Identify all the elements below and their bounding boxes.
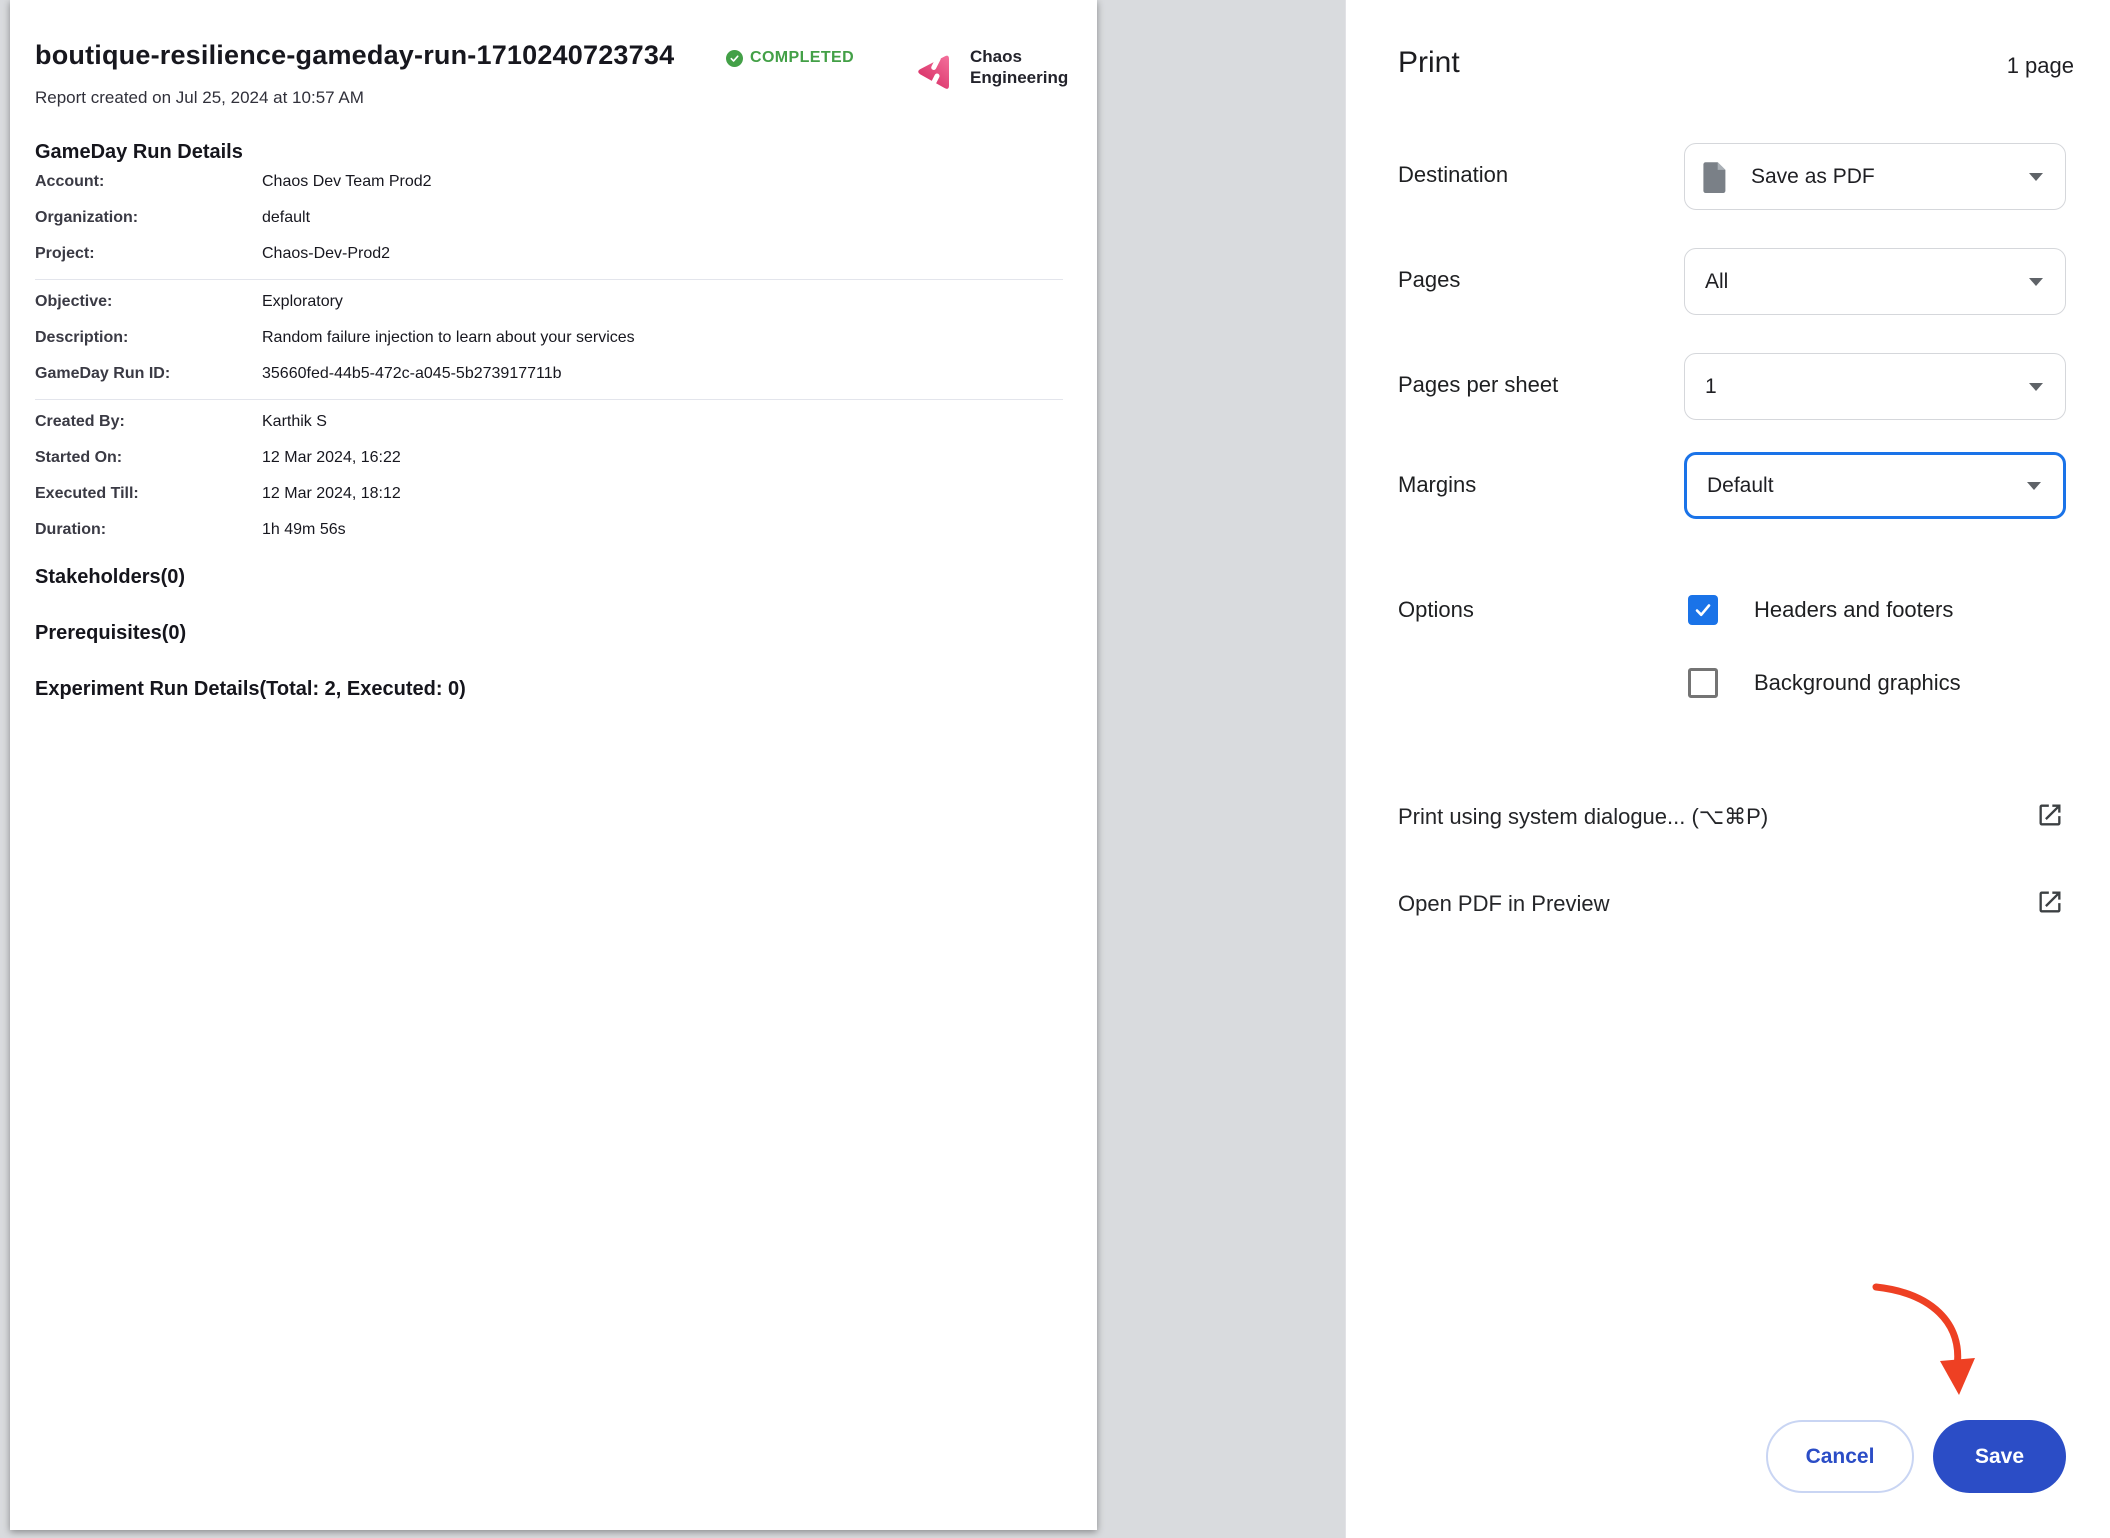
print-settings-panel: Print 1 page Destination Save as PDF Pag… xyxy=(1345,0,2110,1538)
destination-dropdown[interactable]: Save as PDF xyxy=(1684,143,2066,210)
row-label: Description: xyxy=(35,329,128,347)
pages-label: Pages xyxy=(1398,267,1460,293)
pages-value: All xyxy=(1705,270,1728,294)
report-page-preview: boutique-resilience-gameday-run-17102407… xyxy=(10,0,1097,1530)
chevron-down-icon xyxy=(2029,383,2043,391)
row-label: Executed Till: xyxy=(35,485,139,503)
divider xyxy=(35,399,1063,400)
status-badge: COMPLETED xyxy=(726,49,854,67)
chevron-down-icon xyxy=(2027,482,2041,490)
margins-dropdown[interactable]: Default xyxy=(1684,452,2066,519)
chevron-down-icon xyxy=(2029,173,2043,181)
destination-label: Destination xyxy=(1398,162,1508,188)
row-value: Exploratory xyxy=(262,293,343,311)
row-label: Objective: xyxy=(35,293,112,311)
print-dialog-title: Print xyxy=(1398,46,1460,80)
options-label: Options xyxy=(1398,597,1474,623)
row-value: default xyxy=(262,209,310,227)
report-title: boutique-resilience-gameday-run-17102407… xyxy=(35,40,674,71)
headers-footers-label: Headers and footers xyxy=(1754,597,1953,623)
background-graphics-label: Background graphics xyxy=(1754,670,1961,696)
annotation-arrow-icon xyxy=(1851,1255,1981,1405)
headers-footers-checkbox[interactable] xyxy=(1688,595,1718,625)
row-label: Started On: xyxy=(35,449,122,467)
row-label: Duration: xyxy=(35,521,106,539)
checkmark-icon xyxy=(1693,600,1713,620)
report-created-line: Report created on Jul 25, 2024 at 10:57 … xyxy=(35,88,364,108)
pages-per-sheet-dropdown[interactable]: 1 xyxy=(1684,353,2066,420)
row-value: Karthik S xyxy=(262,413,327,431)
row-label: Created By: xyxy=(35,413,125,431)
destination-value: Save as PDF xyxy=(1751,165,1875,189)
margins-value: Default xyxy=(1707,474,1774,498)
cancel-button[interactable]: Cancel xyxy=(1766,1420,1914,1493)
row-label: Project: xyxy=(35,245,95,263)
row-label: Organization: xyxy=(35,209,138,227)
pdf-file-icon xyxy=(1702,160,1729,193)
chaos-pinwheel-icon xyxy=(913,50,957,94)
check-circle-icon xyxy=(726,50,743,67)
page-count: 1 page xyxy=(2007,53,2074,79)
row-value: Random failure injection to learn about … xyxy=(262,329,635,347)
system-dialog-link[interactable]: Print using system dialogue... (⌥⌘P) xyxy=(1398,804,1768,830)
brand-name: Chaos Engineering xyxy=(970,46,1068,88)
row-value: 12 Mar 2024, 18:12 xyxy=(262,485,401,503)
divider xyxy=(35,279,1063,280)
margins-label: Margins xyxy=(1398,472,1476,498)
row-label: Account: xyxy=(35,173,104,191)
section-heading-experiment-runs: Experiment Run Details(Total: 2, Execute… xyxy=(35,678,466,701)
background-graphics-checkbox[interactable] xyxy=(1688,668,1718,698)
pages-dropdown[interactable]: All xyxy=(1684,248,2066,315)
row-value: 12 Mar 2024, 16:22 xyxy=(262,449,401,467)
row-value: 1h 49m 56s xyxy=(262,521,346,539)
section-heading-gameday-details: GameDay Run Details xyxy=(35,141,243,164)
brand-line1: Chaos xyxy=(970,46,1068,67)
row-value: 35660fed-44b5-472c-a045-5b273917711b xyxy=(262,365,562,383)
print-preview-area: boutique-resilience-gameday-run-17102407… xyxy=(0,0,1345,1538)
section-heading-prerequisites: Prerequisites(0) xyxy=(35,622,186,645)
pages-per-sheet-label: Pages per sheet xyxy=(1398,372,1558,398)
brand-line2: Engineering xyxy=(970,67,1068,88)
print-dialog-screen: boutique-resilience-gameday-run-17102407… xyxy=(0,0,2110,1538)
pages-per-sheet-value: 1 xyxy=(1705,375,1717,399)
open-pdf-preview-link[interactable]: Open PDF in Preview xyxy=(1398,891,1610,917)
row-value: Chaos-Dev-Prod2 xyxy=(262,245,390,263)
status-label: COMPLETED xyxy=(750,49,854,67)
section-heading-stakeholders: Stakeholders(0) xyxy=(35,566,185,589)
save-button[interactable]: Save xyxy=(1933,1420,2066,1493)
row-value: Chaos Dev Team Prod2 xyxy=(262,173,432,191)
external-link-icon[interactable] xyxy=(2036,888,2064,916)
chevron-down-icon xyxy=(2029,278,2043,286)
external-link-icon[interactable] xyxy=(2036,801,2064,829)
row-label: GameDay Run ID: xyxy=(35,365,170,383)
